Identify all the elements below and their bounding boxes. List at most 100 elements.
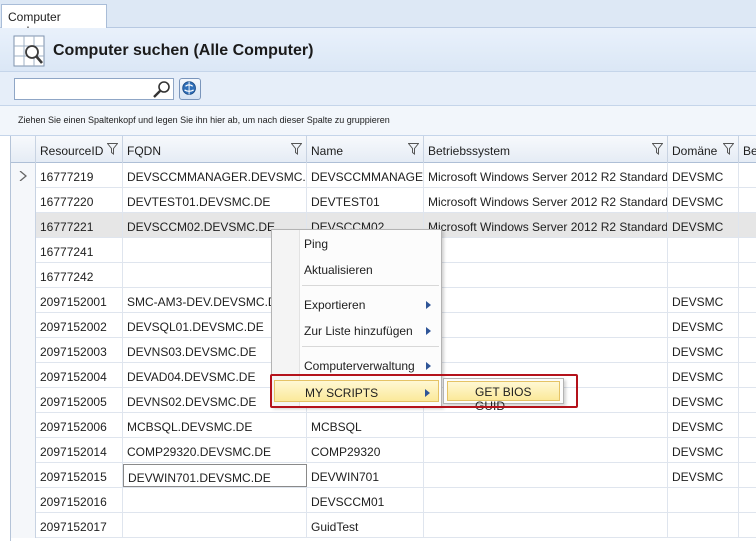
row-indicator[interactable]	[11, 338, 36, 363]
cell-be[interactable]	[739, 163, 756, 188]
cell-resource-id[interactable]: 2097152004	[36, 363, 123, 388]
row-indicator[interactable]	[11, 488, 36, 513]
cell-be[interactable]	[739, 188, 756, 213]
filter-icon[interactable]	[652, 143, 663, 155]
cell-domain[interactable]: DEVSMC	[668, 213, 739, 238]
cell-domain[interactable]	[668, 488, 739, 513]
cell-os[interactable]: Microsoft Windows Server 2012 R2 Standar…	[424, 213, 668, 238]
column-header-name[interactable]: Name	[307, 136, 424, 163]
cell-fqdn[interactable]: DEVWIN701.DEVSMC.DE	[123, 464, 307, 487]
cell-resource-id[interactable]: 16777220	[36, 188, 123, 213]
row-indicator[interactable]	[11, 413, 36, 438]
cell-fqdn[interactable]	[123, 488, 307, 513]
cell-fqdn[interactable]: MCBSQL.DEVSMC.DE	[123, 413, 307, 438]
search-icon[interactable]	[152, 80, 172, 98]
cell-resource-id[interactable]: 16777219	[36, 163, 123, 188]
cell-os[interactable]	[424, 513, 668, 538]
cell-resource-id[interactable]: 16777242	[36, 263, 123, 288]
table-row[interactable]: 2097152016 DEVSCCM01	[11, 488, 756, 513]
row-indicator[interactable]	[11, 288, 36, 313]
table-row[interactable]: 2097152014 COMP29320.DEVSMC.DE COMP29320 DE…	[11, 438, 756, 463]
cell-domain[interactable]: DEVSMC	[668, 338, 739, 363]
cell-domain[interactable]	[668, 263, 739, 288]
cell-resource-id[interactable]: 16777221	[36, 213, 123, 238]
column-header-domaene[interactable]: Domäne	[668, 136, 739, 163]
column-header-resourceid[interactable]: ResourceID	[36, 136, 123, 163]
cell-domain[interactable]: DEVSMC	[668, 188, 739, 213]
cell-fqdn[interactable]: COMP29320.DEVSMC.DE	[123, 438, 307, 463]
row-indicator[interactable]	[11, 313, 36, 338]
cell-fqdn[interactable]: DEVSCCMMANAGER.DEVSMC.DE	[123, 163, 307, 188]
row-indicator[interactable]	[11, 513, 36, 538]
filter-icon[interactable]	[723, 143, 734, 155]
table-row[interactable]: 2097152017 GuidTest	[11, 513, 756, 538]
row-indicator[interactable]	[11, 438, 36, 463]
cell-name[interactable]: MCBSQL	[307, 413, 424, 438]
cell-be[interactable]	[739, 213, 756, 238]
cell-be[interactable]	[739, 413, 756, 438]
cell-name[interactable]: DEVSCCMMANAGER	[307, 163, 424, 188]
cell-be[interactable]	[739, 463, 756, 488]
cell-be[interactable]	[739, 388, 756, 413]
table-row[interactable]: 16777220 DEVTEST01.DEVSMC.DE DEVTEST01 Micr…	[11, 188, 756, 213]
cell-resource-id[interactable]: 2097152002	[36, 313, 123, 338]
refresh-button[interactable]	[179, 78, 201, 100]
cell-os[interactable]	[424, 413, 668, 438]
cell-domain[interactable]: DEVSMC	[668, 413, 739, 438]
cell-resource-id[interactable]: 2097152005	[36, 388, 123, 413]
menu-item-ping[interactable]: Ping	[274, 232, 439, 254]
cell-be[interactable]	[739, 263, 756, 288]
cell-be[interactable]	[739, 338, 756, 363]
cell-resource-id[interactable]: 2097152001	[36, 288, 123, 313]
filter-icon[interactable]	[408, 143, 419, 155]
cell-os[interactable]	[424, 313, 668, 338]
cell-resource-id[interactable]: 2097152003	[36, 338, 123, 363]
cell-os[interactable]	[424, 463, 668, 488]
column-header-fqdn[interactable]: FQDN	[123, 136, 307, 163]
row-indicator[interactable]	[11, 263, 36, 288]
cell-fqdn[interactable]: DEVTEST01.DEVSMC.DE	[123, 188, 307, 213]
filter-icon[interactable]	[107, 143, 118, 155]
cell-domain[interactable]	[668, 513, 739, 538]
cell-os[interactable]: Microsoft Windows Server 2012 R2 Standar…	[424, 163, 668, 188]
cell-domain[interactable]: DEVSMC	[668, 388, 739, 413]
cell-resource-id[interactable]: 2097152016	[36, 488, 123, 513]
row-indicator[interactable]	[11, 388, 36, 413]
cell-be[interactable]	[739, 313, 756, 338]
column-header-betriebssystem[interactable]: Betriebssystem	[424, 136, 668, 163]
row-indicator[interactable]	[11, 363, 36, 388]
cell-domain[interactable]: DEVSMC	[668, 163, 739, 188]
cell-be[interactable]	[739, 288, 756, 313]
cell-os[interactable]	[424, 338, 668, 363]
cell-fqdn[interactable]	[123, 513, 307, 538]
cell-name[interactable]: DEVSCCM01	[307, 488, 424, 513]
cell-name[interactable]: DEVTEST01	[307, 188, 424, 213]
table-row[interactable]: 16777219 DEVSCCMMANAGER.DEVSMC.DE DEVSCCMM…	[11, 163, 756, 188]
cell-domain[interactable]: DEVSMC	[668, 313, 739, 338]
filter-icon[interactable]	[291, 143, 302, 155]
row-indicator[interactable]	[11, 463, 36, 488]
cell-be[interactable]	[739, 513, 756, 538]
cell-domain[interactable]: DEVSMC	[668, 288, 739, 313]
cell-domain[interactable]	[668, 238, 739, 263]
cell-os[interactable]	[424, 288, 668, 313]
cell-name[interactable]: GuidTest	[307, 513, 424, 538]
search-input[interactable]	[14, 78, 174, 100]
cell-be[interactable]	[739, 438, 756, 463]
row-indicator[interactable]	[11, 163, 36, 188]
cell-os[interactable]	[424, 238, 668, 263]
group-drop-area[interactable]: Ziehen Sie einen Spaltenkopf und legen S…	[0, 106, 756, 136]
cell-os[interactable]: Microsoft Windows Server 2012 R2 Standar…	[424, 188, 668, 213]
menu-item-aktualisieren[interactable]: Aktualisieren	[274, 258, 439, 280]
cell-be[interactable]	[739, 363, 756, 388]
cell-domain[interactable]: DEVSMC	[668, 363, 739, 388]
cell-os[interactable]	[424, 488, 668, 513]
table-row[interactable]: 2097152015 DEVWIN701.DEVSMC.DE DEVWIN701 DE…	[11, 463, 756, 488]
menu-item-computerverwaltung[interactable]: Computerverwaltung	[274, 354, 439, 376]
row-indicator[interactable]	[11, 188, 36, 213]
menu-item-zur-liste-hinzufuegen[interactable]: Zur Liste hinzufügen	[274, 319, 439, 341]
cell-be[interactable]	[739, 488, 756, 513]
cell-name[interactable]: DEVWIN701	[307, 463, 424, 488]
row-indicator[interactable]	[11, 238, 36, 263]
cell-resource-id[interactable]: 2097152014	[36, 438, 123, 463]
